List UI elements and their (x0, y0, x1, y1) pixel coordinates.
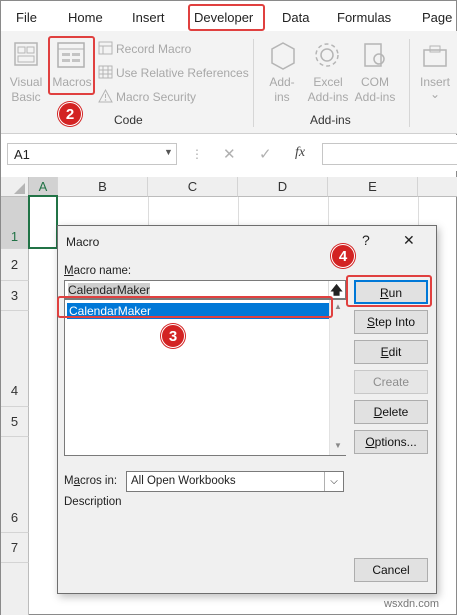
column-header-a[interactable]: A (29, 177, 58, 197)
close-icon[interactable]: ✕ (403, 232, 415, 249)
row-header-3[interactable]: 3 (1, 281, 29, 311)
select-all-corner[interactable] (1, 177, 29, 197)
macro-name-value: CalendarMaker (68, 283, 151, 297)
column-header-e[interactable]: E (328, 177, 418, 197)
row-header-8[interactable] (1, 563, 29, 615)
warning-icon (98, 88, 113, 106)
macro-name-label: Macro name: (64, 265, 132, 277)
active-cell-a1[interactable] (28, 195, 58, 249)
dialog-title: Macro (66, 235, 100, 249)
addins-icon[interactable] (269, 41, 297, 74)
excel-addins-label[interactable]: Excel Add-ins (304, 75, 352, 105)
name-box-value: A1 (14, 147, 30, 162)
row-header-4[interactable]: 4 (1, 311, 29, 407)
grid-line (418, 197, 419, 225)
macros-button-highlight (48, 36, 95, 95)
watermark: wsxdn.com (384, 598, 440, 610)
row-header-5[interactable]: 5 (1, 407, 29, 437)
grid-line (328, 197, 329, 225)
formula-input[interactable] (322, 143, 457, 165)
insert-control-icon[interactable] (421, 43, 449, 74)
record-macro-icon (98, 41, 113, 58)
macros-in-select[interactable]: All Open Workbooks ⌵ (126, 471, 344, 492)
create-button[interactable]: Create (354, 370, 428, 394)
tab-data[interactable]: Data (282, 10, 309, 25)
com-addins-icon[interactable] (361, 41, 389, 72)
macros-in-value: All Open Workbooks (131, 475, 236, 487)
grid-line (148, 197, 149, 225)
description-label: Description (64, 496, 122, 508)
help-icon[interactable]: ? (362, 232, 370, 248)
cancel-entry-icon[interactable]: ✕ (223, 145, 236, 163)
tab-page[interactable]: Page (422, 10, 452, 25)
column-header-f[interactable] (418, 177, 457, 197)
ribbon-separator-2 (409, 39, 410, 127)
column-header-c[interactable]: C (148, 177, 238, 197)
com-addins-label[interactable]: COM Add-ins (353, 75, 397, 105)
step-badge-4: 4 (331, 244, 355, 268)
macro-list[interactable]: CalendarMaker ▲ ▼ (64, 299, 346, 456)
developer-tab-highlight (188, 4, 265, 31)
row-header-7[interactable]: 7 (1, 533, 29, 563)
grid-line (238, 197, 239, 225)
macro-list-scrollbar[interactable]: ▲ ▼ (329, 300, 346, 455)
row-header-6[interactable]: 6 (1, 437, 29, 533)
addins-group-label: Add-ins (310, 113, 351, 127)
tab-file[interactable]: File (16, 10, 37, 25)
macros-in-label: Macros in: (64, 475, 118, 487)
column-header-d[interactable]: D (238, 177, 328, 197)
step-into-button[interactable]: Step Into (354, 310, 428, 334)
step-badge-3: 3 (161, 324, 185, 348)
scroll-up-icon[interactable]: ▲ (334, 302, 342, 311)
gear-icon[interactable] (313, 41, 341, 72)
chevron-down-icon[interactable]: ⌄ (415, 87, 455, 102)
row-header-2[interactable]: 2 (1, 249, 29, 281)
chevron-down-icon[interactable]: ⌵ (324, 472, 343, 491)
code-group-label: Code (114, 113, 143, 127)
cancel-button[interactable]: Cancel (354, 558, 428, 582)
tab-insert[interactable]: Insert (132, 10, 165, 25)
ribbon-separator (253, 39, 254, 127)
macro-security-label[interactable]: Macro Security (116, 90, 196, 104)
relative-references-icon (98, 65, 113, 82)
delete-button[interactable]: Delete (354, 400, 428, 424)
macro-item-highlight (57, 296, 333, 318)
run-button-highlight (346, 275, 432, 307)
tab-formulas[interactable]: Formulas (337, 10, 391, 25)
name-box[interactable]: A1 ▼ (7, 143, 177, 165)
confirm-entry-icon[interactable]: ✓ (259, 145, 272, 163)
insert-function-icon[interactable]: fx (295, 145, 305, 161)
visual-basic-label[interactable]: Visual Basic (6, 75, 46, 105)
use-relative-references-label[interactable]: Use Relative References (116, 66, 249, 80)
chevron-down-icon[interactable]: ▼ (164, 147, 173, 157)
addins-label[interactable]: Add-ins (263, 75, 301, 105)
step-badge-2: 2 (58, 102, 82, 126)
scroll-down-icon[interactable]: ▼ (334, 441, 342, 450)
more-options-icon: ⋮ (191, 147, 203, 161)
record-macro-label[interactable]: Record Macro (116, 42, 191, 56)
options-button[interactable]: Options... (354, 430, 428, 454)
visual-basic-icon[interactable] (13, 41, 39, 70)
edit-button[interactable]: Edit (354, 340, 428, 364)
column-header-b[interactable]: B (58, 177, 148, 197)
tab-home[interactable]: Home (68, 10, 103, 25)
row-header-1[interactable]: 1 (1, 197, 29, 249)
